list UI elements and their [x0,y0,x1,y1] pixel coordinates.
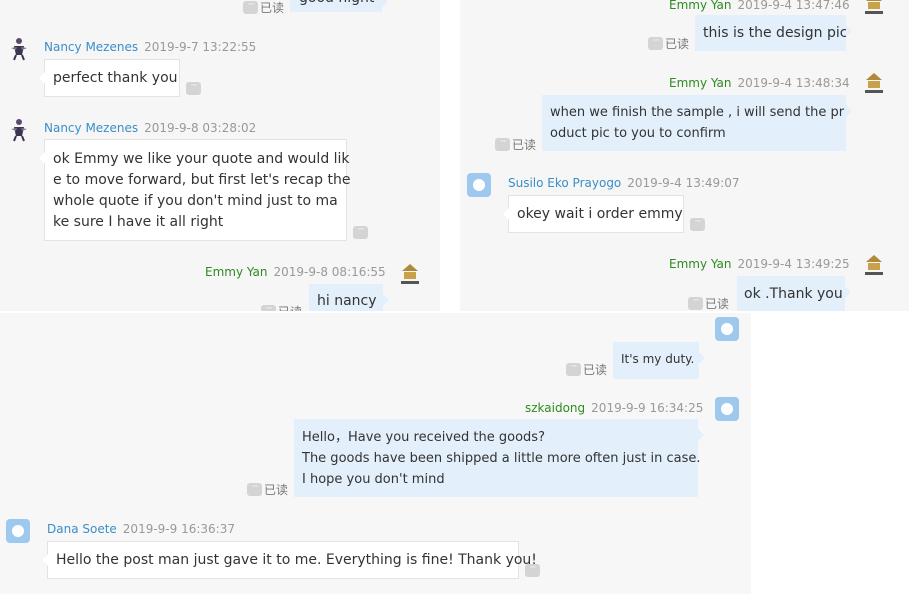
message-bubble-outgoing: good night [290,0,388,12]
read-status: 已读 [705,297,730,311]
more-options-icon[interactable]: ··· [353,226,368,239]
message-time: 2019-9-8 03:28:02 [144,121,257,135]
message-time: 2019-9-9 16:34:25 [591,401,704,415]
read-status: 已读 [260,1,285,15]
message-bubble-outgoing: hi nancy [309,284,389,311]
message-time: 2019-9-4 13:49:07 [627,176,740,190]
message-bubble-outgoing: this is the design pic [695,15,852,51]
message-bubble-outgoing: It's my duty. [613,342,705,379]
read-status: 已读 [278,303,302,311]
company-logo-icon [865,73,883,93]
message-bubble-incoming: okey wait i order emmy [503,195,684,233]
sender-name: Emmy Yan 2019-9-4 13:48:34 [669,76,850,90]
read-status: 已读 [583,363,608,377]
more-options-icon[interactable]: ··· [566,363,581,376]
more-options-icon[interactable]: ··· [525,564,540,577]
message-text-line: The goods have been shipped a little mor… [302,451,701,466]
more-options-icon[interactable]: ··· [690,218,705,231]
message-text-line: when we finish the sample , i will send … [550,105,845,120]
message-text-line: whole quote if you don't mind just to ma [53,193,338,209]
message-text: ok .Thank you [744,286,843,302]
message-text: good night [299,0,374,9]
company-logo-icon [865,0,883,14]
more-options-icon[interactable]: ··· [648,37,663,50]
avatar [6,519,30,543]
message-text-line: I hope you don't mind [302,472,445,487]
more-options-icon[interactable]: ··· [688,297,703,310]
message-time: 2019-9-7 13:22:55 [144,40,257,54]
sender-name: Dana Soete 2019-9-9 16:36:37 [47,522,235,536]
message-time: 2019-9-9 16:36:37 [122,522,235,536]
message-bubble-incoming: Hello the post man just gave it to me. E… [42,541,537,579]
message-time: 2019-9-4 13:49:25 [737,257,850,271]
read-status: 已读 [264,483,289,497]
message-text: Hello the post man just gave it to me. E… [56,552,537,568]
message-text-line: e to move forward, but first let's recap… [53,172,351,188]
message-text: hi nancy [317,293,377,309]
message-text-line: Hello，Have you received the goods? [302,430,545,445]
more-options-icon[interactable]: ··· [495,138,510,151]
chat-panel-dana: ··· 已读 It's my duty. szkaidong 2019-9-9 1… [0,313,751,594]
message-time: 2019-9-4 13:47:46 [737,0,850,12]
message-time: 2019-9-4 13:48:34 [737,76,850,90]
avatar-figure-icon [11,38,27,61]
read-status: 已读 [665,37,690,51]
company-logo-icon [401,264,419,284]
sender-name: Nancy Mezenes 2019-9-8 03:28:02 [44,121,257,135]
message-bubble-incoming: ok Emmy we like your quote and would lik… [39,139,351,241]
company-logo-icon [865,255,883,275]
more-options-icon[interactable]: ··· [243,1,258,14]
avatar [467,173,491,197]
read-status: 已读 [512,138,537,152]
sender-name: Nancy Mezenes 2019-9-7 13:22:55 [44,40,257,54]
message-text: this is the design pic [703,25,848,41]
sender-name: szkaidong 2019-9-9 16:34:25 [525,401,704,415]
message-time: 2019-9-8 08:16:55 [273,265,386,279]
message-text: perfect thank you [53,70,178,86]
sender-name: Emmy Yan 2019-9-8 08:16:55 [205,265,386,279]
message-bubble-incoming: perfect thank you [39,59,180,97]
more-options-icon[interactable]: ··· [261,305,276,311]
chat-panel-nancy: ··· 已读 good night Nancy Mezenes2019-9-7 … [0,0,440,311]
sender-name: Emmy Yan 2019-9-4 13:47:46 [669,0,850,12]
more-options-icon[interactable]: ··· [247,483,262,496]
chat-panel-susilo: Emmy Yan 2019-9-4 13:47:46 ··· 已读 this is… [460,0,909,311]
message-text-line: oduct pic to you to confirm [550,126,726,141]
message-text: okey wait i order emmy [517,206,683,222]
message-text-line: ok Emmy we like your quote and would lik [53,151,350,167]
message-bubble-outgoing: ok .Thank you [737,276,851,311]
sender-name: Emmy Yan 2019-9-4 13:49:25 [669,257,850,271]
message-bubble-outgoing: when we finish the sample , i will send … [542,95,852,151]
avatar [715,397,739,421]
sender-name: Susilo Eko Prayogo 2019-9-4 13:49:07 [508,176,740,190]
more-options-icon[interactable]: ··· [186,82,201,95]
avatar-figure-icon [11,119,27,142]
message-text-line: ke sure I have it all right [53,214,224,230]
message-text: It's my duty. [621,352,695,366]
message-bubble-outgoing: Hello，Have you received the goods? The g… [294,419,704,497]
avatar [715,317,739,341]
